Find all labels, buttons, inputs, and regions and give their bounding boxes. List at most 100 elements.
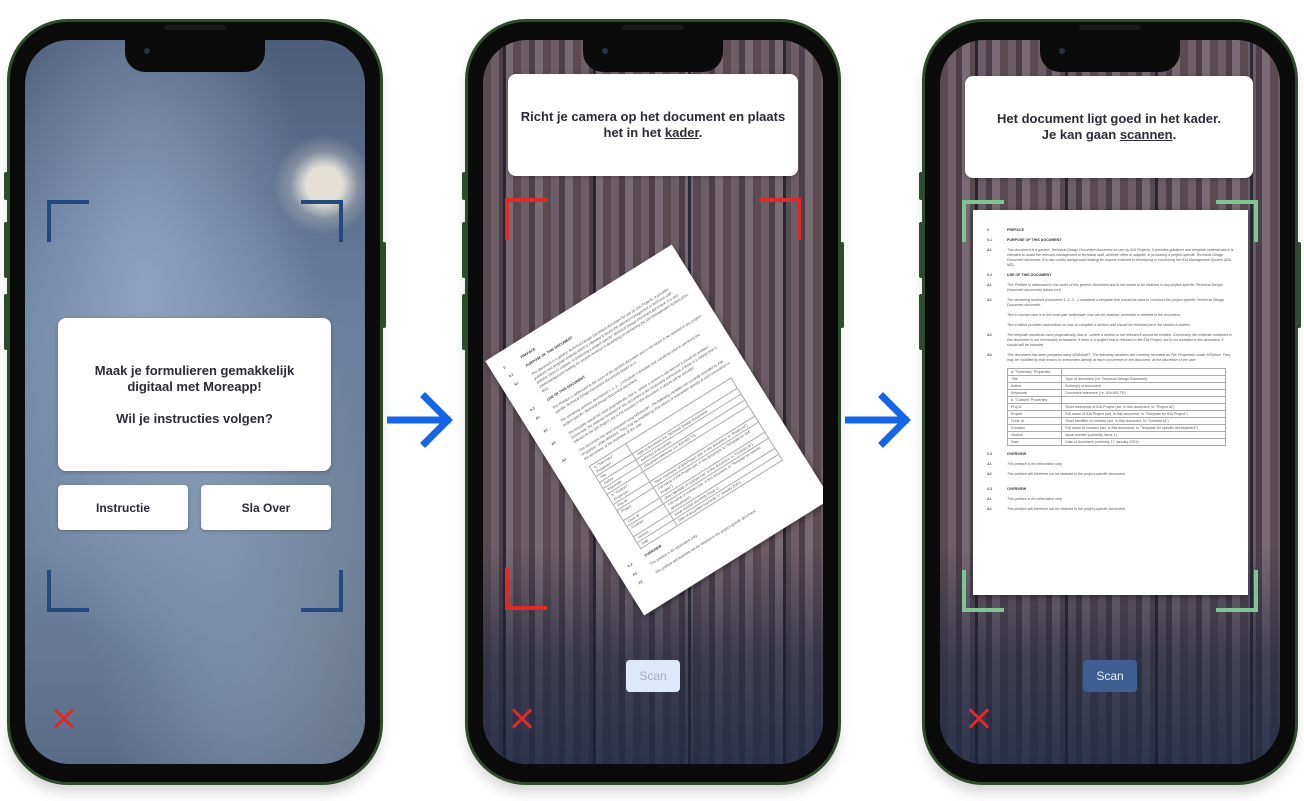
table-cell: Short identifier of contract (set, in th…: [1061, 417, 1226, 425]
paragraph-label: A1: [987, 462, 992, 466]
table-cell: Short mnemonic of IDA Project (set, in t…: [1061, 403, 1226, 411]
properties-table: a. "Summary" Properties Title Type of doc…: [1006, 368, 1226, 446]
frame-corner-bottom-left: [47, 570, 89, 612]
instruction-button[interactable]: Instructie: [58, 485, 188, 530]
table-row: Author Author(s) of document: [1006, 382, 1226, 390]
close-icon[interactable]: [968, 708, 990, 730]
section-title: OVERVIEW: [1007, 487, 1027, 491]
frame-corner-top-right: [301, 200, 343, 242]
paragraph: This preface is for information only.: [1007, 462, 1063, 466]
table-cell: b. "Custom" Properties: [1006, 396, 1063, 404]
table-cell: Issue number (currently Issue 1): [1061, 431, 1226, 439]
scan-button[interactable]: Scan: [626, 660, 680, 692]
welcome-dialog: Maak je formulieren gemakkelijk digitaal…: [58, 318, 331, 471]
welcome-question: Wil je instructies volgen?: [116, 410, 273, 426]
section-title: PREFACE: [1007, 228, 1024, 232]
paper-document: 0 PREFACE 0.1 PURPOSE OF THIS DOCUMENT A1 T…: [973, 210, 1248, 595]
section-title: USE OF THIS DOCUMENT: [1007, 273, 1052, 277]
speaker: [1079, 25, 1141, 30]
phone-2: 0 PREFACE 0.1 PURPOSE OF THIS DOCUMENT A1 T…: [462, 22, 844, 782]
paragraph: This preface will therefore not be retai…: [1007, 507, 1126, 511]
scan-button[interactable]: Scan: [1083, 660, 1137, 692]
close-icon[interactable]: [511, 708, 533, 730]
table-cell: Document reference (i.e. IDA-MS-TD): [1061, 389, 1226, 397]
table-cell: Author(s) of document: [1061, 382, 1226, 390]
instruction-text: Richt je camera op het document en plaat…: [520, 109, 786, 140]
table-cell: [1061, 396, 1226, 404]
frame-corner-top-left: [962, 200, 1004, 242]
power-button: [382, 242, 386, 328]
side-button: [919, 172, 923, 200]
volume-up-button: [919, 222, 923, 278]
table-cell: Keywords: [1006, 389, 1063, 397]
frame-corner-bottom-right: [301, 570, 343, 612]
table-row: Project Full name of IDA Project (set, in…: [1006, 410, 1226, 418]
paragraph-label: A2: [987, 507, 992, 511]
table-cell: Title: [1006, 375, 1063, 383]
volume-down-button: [462, 294, 466, 350]
table-row: Date Date of document (currently 17 Janua…: [1006, 438, 1226, 446]
paragraph-label: A3: [987, 333, 992, 337]
frame-corner-bottom-left: [962, 570, 1004, 612]
arrow-right-icon: [845, 392, 911, 448]
paragraph-label: [987, 313, 1007, 318]
table-cell: Full name of contract (set, in this docu…: [1061, 424, 1226, 432]
table-row: Proj Id Short mnemonic of IDA Project (se…: [1006, 403, 1226, 411]
success-line-1: Het document ligt goed in het kader.: [997, 111, 1221, 126]
table-cell: Contract: [1006, 424, 1063, 432]
table-row: b. "Custom" Properties: [1006, 396, 1226, 404]
plank-seam: [503, 40, 506, 764]
notch: [1040, 40, 1180, 72]
speaker: [164, 25, 226, 30]
paragraph-label: A1: [987, 497, 992, 501]
table-cell: Author: [1006, 382, 1063, 390]
section-num: 0.3: [987, 487, 992, 491]
power-button: [840, 242, 844, 328]
front-camera-icon: [144, 48, 150, 54]
table-row: Title Type of document (i.e. Technical De…: [1006, 375, 1226, 383]
notch: [583, 40, 723, 72]
paragraph-label: A2: [987, 472, 992, 476]
arrow-right-icon: [387, 392, 453, 448]
table-cell: Project: [1006, 410, 1063, 418]
table-cell: Full name of IDA Project (set, in this d…: [1061, 410, 1226, 418]
skip-button[interactable]: Sla Over: [201, 485, 331, 530]
table-cell: Type of document (i.e. Technical Design …: [1061, 375, 1226, 383]
power-button: [1297, 242, 1301, 328]
success-line-2: Je kan gaan scannen.: [1041, 127, 1177, 142]
side-button: [462, 172, 466, 200]
section-title: PURPOSE OF THIS DOCUMENT: [1007, 238, 1062, 242]
frame-corner-top-right: [1216, 200, 1258, 242]
side-button: [4, 172, 8, 200]
section-num: 0.2: [987, 273, 992, 277]
volume-down-button: [4, 294, 8, 350]
paragraph: The remaining sections (numbered 1, 2, 3…: [1007, 298, 1225, 307]
table-cell: [1061, 368, 1226, 376]
section-title: OVERVIEW: [1007, 452, 1027, 456]
frame-corner-top-right: [759, 198, 801, 240]
paragraph-label: A4: [987, 353, 992, 357]
paragraph: This Preface is addressed to the users o…: [1007, 283, 1223, 292]
paragraph: The template should be used pragmaticall…: [1007, 333, 1232, 347]
table-cell: a. "Summary" Properties: [1006, 368, 1063, 376]
section-num: 0.3: [987, 452, 992, 456]
success-banner: Het document ligt goed in het kader. Je …: [965, 76, 1253, 178]
screen-ready: 0 PREFACE 0.1 PURPOSE OF THIS DOCUMENT A1 T…: [940, 40, 1280, 764]
front-camera-icon: [602, 48, 608, 54]
table-cell: Date of document (currently 17 January 2…: [1061, 438, 1226, 446]
scan-link: scannen: [1119, 127, 1173, 142]
welcome-line-2: digitaal met Moreapp!: [127, 378, 262, 394]
volume-up-button: [4, 222, 8, 278]
screen-intro: Maak je formulieren gemakkelijk digitaal…: [25, 40, 365, 764]
table-row: Version Issue number (currently Issue 1): [1006, 431, 1226, 439]
frame-corner-bottom-right: [1216, 570, 1258, 612]
close-icon[interactable]: [53, 708, 75, 730]
welcome-line-1: Maak je formulieren gemakkelijk: [94, 362, 295, 378]
frame-corner-top-left: [505, 198, 547, 240]
table-cell: Contr Id: [1006, 417, 1063, 425]
paragraph-label: A1: [987, 248, 992, 252]
paragraph-label: A1: [987, 283, 992, 287]
paragraph: This preface will therefore not be retai…: [1007, 472, 1126, 476]
frame-corner-top-left: [47, 200, 89, 242]
speaker: [622, 25, 684, 30]
